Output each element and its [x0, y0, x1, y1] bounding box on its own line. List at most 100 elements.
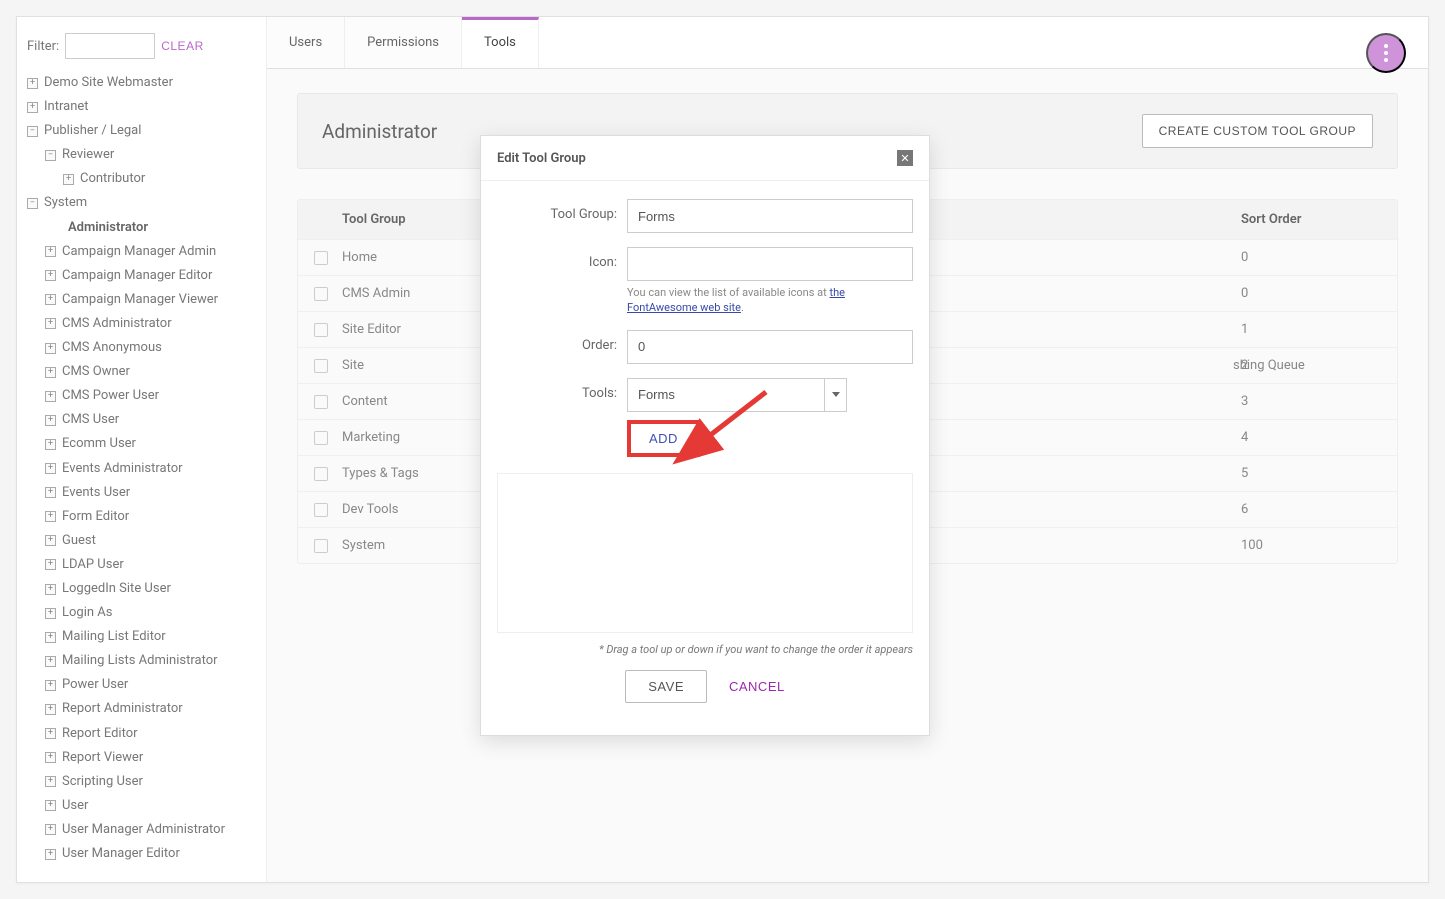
expand-icon[interactable]: +: [45, 463, 56, 474]
expand-icon[interactable]: +: [45, 849, 56, 860]
tree-node[interactable]: +Ecomm User: [45, 432, 256, 456]
row-checkbox[interactable]: [314, 287, 328, 301]
save-button[interactable]: SAVE: [625, 670, 707, 703]
expand-icon[interactable]: +: [45, 343, 56, 354]
more-actions-fab[interactable]: [1366, 33, 1406, 73]
row-checkbox[interactable]: [314, 359, 328, 373]
tree-node[interactable]: +CMS Administrator: [45, 312, 256, 336]
expand-icon[interactable]: +: [63, 174, 74, 185]
row-checkbox[interactable]: [314, 503, 328, 517]
tree-node[interactable]: +Report Administrator: [45, 697, 256, 721]
cell-sort: 6: [1241, 502, 1381, 517]
expand-icon[interactable]: +: [45, 487, 56, 498]
expand-icon[interactable]: +: [45, 728, 56, 739]
expand-icon[interactable]: +: [45, 656, 56, 667]
tree-node[interactable]: +Campaign Manager Admin: [45, 240, 256, 264]
expand-icon[interactable]: +: [45, 824, 56, 835]
tree-node[interactable]: +Intranet: [27, 95, 256, 119]
clear-button[interactable]: CLEAR: [161, 39, 204, 53]
expand-icon[interactable]: +: [45, 704, 56, 715]
tools-combo-dropdown[interactable]: [824, 378, 847, 412]
expand-icon[interactable]: +: [45, 584, 56, 595]
tree-node[interactable]: + Campaign Manager Viewer: [45, 288, 256, 312]
expand-icon[interactable]: +: [27, 102, 38, 113]
tree-node[interactable]: +CMS User: [45, 408, 256, 432]
expand-icon[interactable]: +: [45, 246, 56, 257]
icon-input[interactable]: [627, 247, 913, 281]
tab-tools[interactable]: Tools: [462, 17, 539, 68]
tree-label: System: [44, 192, 87, 214]
tree-node[interactable]: +Contributor: [63, 167, 256, 191]
tree-node[interactable]: +Scripting User: [45, 770, 256, 794]
tree-label: Administrator: [68, 217, 148, 239]
tree-node[interactable]: −Publisher / Legal: [27, 119, 256, 143]
tree-node[interactable]: +CMS Power User: [45, 384, 256, 408]
add-button[interactable]: ADD: [627, 420, 700, 457]
collapse-icon[interactable]: −: [27, 126, 38, 137]
expand-icon[interactable]: +: [45, 415, 56, 426]
expand-icon[interactable]: +: [45, 608, 56, 619]
modal-title: Edit Tool Group: [497, 151, 586, 166]
collapse-icon[interactable]: −: [27, 198, 38, 209]
tree-node[interactable]: +Events User: [45, 481, 256, 505]
tree-node[interactable]: +Demo Site Webmaster: [27, 71, 256, 95]
tree-node[interactable]: +Events Administrator: [45, 457, 256, 481]
tool-group-input[interactable]: [627, 199, 913, 233]
tree-node[interactable]: +LDAP User: [45, 553, 256, 577]
tree-node[interactable]: −Reviewer: [45, 143, 256, 167]
tree-node[interactable]: +User: [45, 794, 256, 818]
tree-node[interactable]: + User Manager Administrator: [45, 818, 256, 842]
create-tool-group-button[interactable]: CREATE CUSTOM TOOL GROUP: [1142, 114, 1373, 148]
tree-node[interactable]: + CMS Anonymous: [45, 336, 256, 360]
expand-icon[interactable]: +: [45, 776, 56, 787]
tree-node[interactable]: +Form Editor: [45, 505, 256, 529]
collapse-icon[interactable]: −: [45, 150, 56, 161]
tree-node[interactable]: +CMS Owner: [45, 360, 256, 384]
expand-icon[interactable]: +: [27, 78, 38, 89]
tools-combo-input[interactable]: [627, 378, 824, 412]
expand-icon[interactable]: +: [45, 511, 56, 522]
tree-node[interactable]: +Login As: [45, 601, 256, 625]
tree-node[interactable]: +Report Viewer: [45, 746, 256, 770]
tree-node[interactable]: Administrator: [45, 216, 256, 240]
row-checkbox[interactable]: [314, 539, 328, 553]
tree-node[interactable]: + Mailing Lists Administrator: [45, 649, 256, 673]
tab-users[interactable]: Users: [267, 17, 345, 68]
expand-icon[interactable]: +: [45, 559, 56, 570]
expand-icon[interactable]: +: [45, 632, 56, 643]
expand-icon[interactable]: +: [45, 294, 56, 305]
row-checkbox[interactable]: [314, 395, 328, 409]
expand-icon[interactable]: +: [45, 680, 56, 691]
row-checkbox[interactable]: [314, 431, 328, 445]
expand-icon[interactable]: +: [45, 535, 56, 546]
tree-node[interactable]: +Guest: [45, 529, 256, 553]
tools-drag-list[interactable]: [497, 473, 913, 633]
tree-node[interactable]: +User Manager Editor: [45, 842, 256, 866]
close-icon[interactable]: ✕: [897, 150, 913, 166]
filter-input[interactable]: [65, 33, 155, 59]
row-checkbox[interactable]: [314, 323, 328, 337]
tree-label: Mailing Lists Administrator: [62, 650, 218, 672]
expand-icon[interactable]: +: [45, 439, 56, 450]
tree-node[interactable]: +Mailing List Editor: [45, 625, 256, 649]
tree-label: Campaign Manager Viewer: [62, 289, 218, 311]
row-checkbox[interactable]: [314, 251, 328, 265]
row-checkbox[interactable]: [314, 467, 328, 481]
expand-icon[interactable]: +: [45, 270, 56, 281]
expand-icon[interactable]: +: [45, 752, 56, 763]
tab-permissions[interactable]: Permissions: [345, 17, 462, 68]
tree-node[interactable]: +Power User: [45, 673, 256, 697]
tree-label: CMS Anonymous: [62, 337, 162, 359]
expand-icon[interactable]: +: [45, 367, 56, 378]
cancel-button[interactable]: CANCEL: [729, 670, 785, 703]
role-tree: +Demo Site Webmaster+Intranet−Publisher …: [27, 71, 256, 866]
tree-node[interactable]: +Campaign Manager Editor: [45, 264, 256, 288]
tree-node[interactable]: +Report Editor: [45, 722, 256, 746]
expand-icon[interactable]: +: [45, 318, 56, 329]
expand-icon[interactable]: +: [45, 391, 56, 402]
tree-node[interactable]: −System: [27, 191, 256, 215]
order-input[interactable]: [627, 330, 913, 364]
tree-label: User Manager Administrator: [62, 819, 225, 841]
tree-node[interactable]: +LoggedIn Site User: [45, 577, 256, 601]
expand-icon[interactable]: +: [45, 800, 56, 811]
